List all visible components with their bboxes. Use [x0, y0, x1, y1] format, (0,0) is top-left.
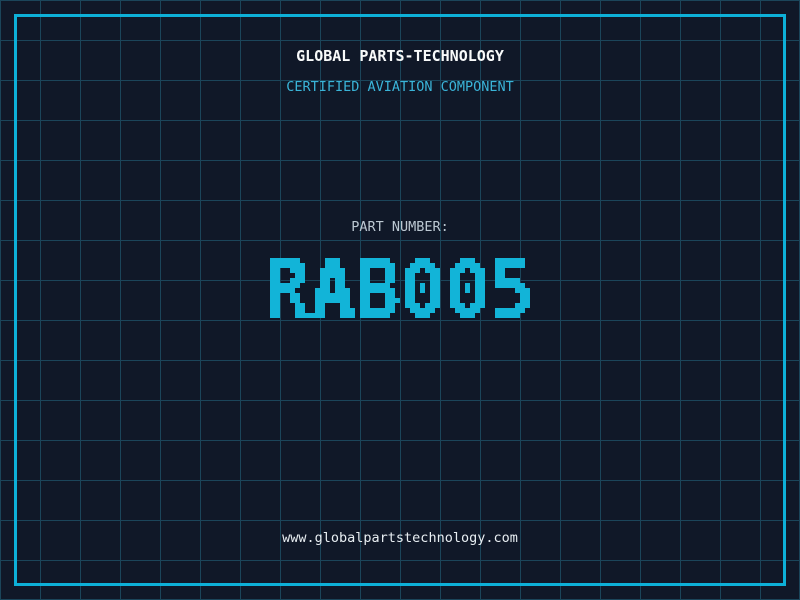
part-number-label: PART NUMBER: [351, 219, 449, 235]
website-url: www.globalpartstechnology.com [282, 530, 518, 546]
certification-label: CERTIFIED AVIATION COMPONENT [286, 79, 514, 95]
part-number-display [255, 258, 545, 338]
certificate-card: GLOBAL PARTS-TECHNOLOGY CERTIFIED AVIATI… [0, 0, 800, 600]
part-number-display-wrap [0, 258, 800, 338]
company-name: GLOBAL PARTS-TECHNOLOGY [296, 47, 504, 65]
